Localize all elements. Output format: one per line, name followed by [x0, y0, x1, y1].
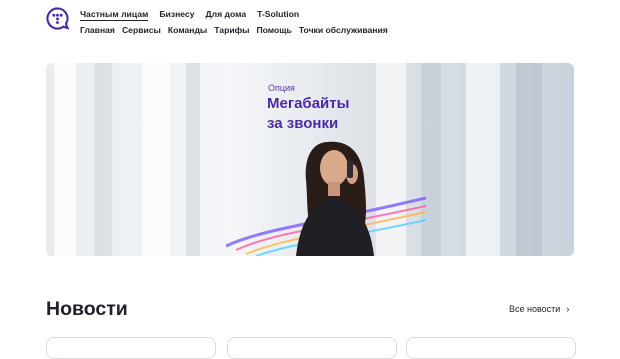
promo-banner[interactable]: Опция Мегабайты за звонки: [46, 63, 574, 256]
sub-nav-commands[interactable]: Команды: [168, 25, 207, 35]
nav-business[interactable]: Бизнесу: [159, 9, 194, 19]
sub-nav-tariffs[interactable]: Тарифы: [214, 25, 249, 35]
background-pillar: [186, 63, 200, 256]
news-card[interactable]: [406, 337, 576, 359]
woman-with-phone-image: [226, 141, 426, 256]
all-news-label: Все новости: [509, 304, 561, 314]
sub-nav-services[interactable]: Сервисы: [122, 25, 161, 35]
sub-navigation: Главная Сервисы Команды Тарифы Помощь То…: [80, 25, 388, 35]
news-card[interactable]: [227, 337, 397, 359]
banner-kicker: Опция: [268, 83, 295, 93]
nav-t-solution[interactable]: T-Solution: [257, 9, 299, 19]
top-navigation: Частным лицам Бизнесу Для дома T-Solutio…: [80, 9, 299, 21]
background-pillar: [54, 63, 76, 256]
sub-nav-service-points[interactable]: Точки обслуживания: [299, 25, 388, 35]
news-section-title: Новости: [46, 298, 128, 320]
background-pillar: [94, 63, 112, 256]
nav-home[interactable]: Для дома: [206, 9, 247, 19]
sub-nav-help[interactable]: Помощь: [256, 25, 291, 35]
all-news-link[interactable]: Все новости ›: [509, 304, 569, 314]
background-pillar: [516, 63, 542, 256]
background-pillar: [142, 63, 170, 256]
background-pillar: [466, 63, 500, 256]
chevron-right-icon: ›: [566, 304, 570, 314]
banner-headline-line-1: Мегабайты: [267, 95, 350, 112]
news-card[interactable]: [46, 337, 216, 359]
sub-nav-main[interactable]: Главная: [80, 25, 115, 35]
brand-logo-icon[interactable]: [46, 7, 69, 30]
nav-private-clients[interactable]: Частным лицам: [80, 9, 149, 21]
